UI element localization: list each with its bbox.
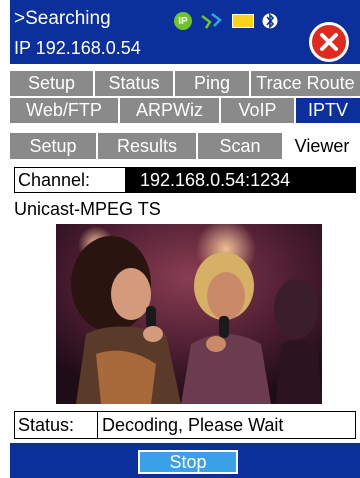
video-frame-image — [56, 224, 322, 404]
main-tabs-row-1: Setup Status Ping Trace Route — [10, 70, 360, 96]
subtab-setup[interactable]: Setup — [10, 133, 98, 159]
tab-setup[interactable]: Setup — [10, 71, 95, 96]
footer-bar: Stop — [10, 443, 360, 478]
channel-row: Channel: 192.168.0.54:1234 — [14, 167, 356, 193]
video-preview — [56, 224, 322, 404]
main-tabs-row-2: Web/FTP ARPWiz VoIP IPTV — [10, 97, 360, 123]
close-icon — [320, 33, 338, 51]
battery-icon — [232, 14, 254, 28]
tab-arpwiz[interactable]: ARPWiz — [120, 98, 221, 123]
tab-trace-route[interactable]: Trace Route — [251, 71, 360, 96]
search-status-text: >Searching — [14, 8, 111, 29]
tab-iptv[interactable]: IPTV — [296, 98, 360, 123]
stream-type-text: Unicast-MPEG TS — [14, 199, 161, 219]
close-button[interactable] — [309, 22, 349, 62]
subtab-results[interactable]: Results — [98, 133, 198, 159]
channel-value: 192.168.0.54:1234 — [126, 167, 356, 193]
subtab-viewer[interactable]: Viewer — [284, 133, 360, 159]
device-screen: >Searching IP 192.168.0.54 IP Setup Stat… — [10, 0, 360, 478]
subtab-scan[interactable]: Scan — [198, 133, 284, 159]
ip-icon: IP — [174, 12, 192, 30]
iptv-subtabs: Setup Results Scan Viewer — [10, 133, 360, 159]
stop-button[interactable]: Stop — [138, 450, 238, 474]
channel-label: Channel: — [14, 167, 126, 193]
status-row: Status: Decoding, Please Wait — [14, 411, 356, 439]
ip-address-text: IP 192.168.0.54 — [14, 38, 141, 58]
status-label: Status: — [14, 411, 98, 439]
bluetooth-icon — [262, 13, 278, 29]
status-icons: IP — [174, 12, 278, 30]
tab-ping[interactable]: Ping — [175, 71, 251, 96]
status-value: Decoding, Please Wait — [98, 411, 356, 439]
header-bar: >Searching IP 192.168.0.54 IP — [10, 0, 360, 64]
tab-status[interactable]: Status — [95, 71, 175, 96]
tab-voip[interactable]: VoIP — [221, 98, 296, 123]
tab-web-ftp[interactable]: Web/FTP — [10, 98, 120, 123]
cable-icon — [201, 13, 222, 29]
